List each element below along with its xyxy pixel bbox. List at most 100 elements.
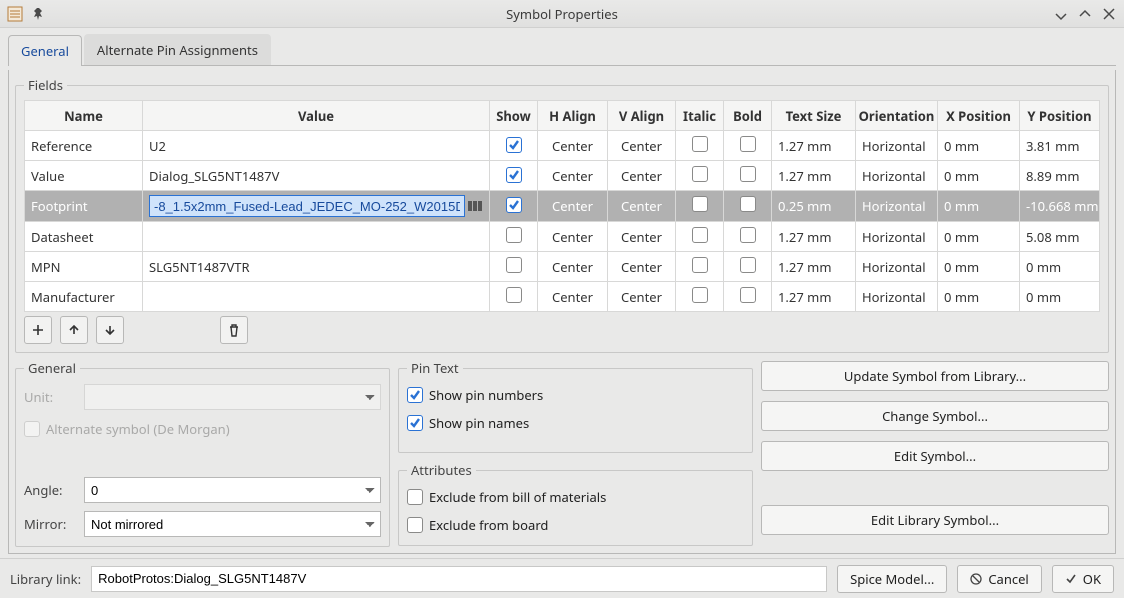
checkbox[interactable] (506, 167, 522, 183)
exclude-bom-row[interactable]: Exclude from bill of materials (407, 485, 744, 509)
cell-italic[interactable] (676, 252, 724, 282)
checkbox[interactable] (692, 287, 708, 303)
close-button[interactable] (1100, 5, 1118, 23)
cell-bold[interactable] (724, 191, 772, 222)
cell-halign[interactable]: Center (538, 252, 608, 282)
checkbox[interactable] (740, 287, 756, 303)
edit-symbol-button[interactable]: Edit Symbol... (761, 441, 1109, 471)
col-halign[interactable]: H Align (538, 101, 608, 131)
minimize-button[interactable] (1052, 5, 1070, 23)
mirror-combo[interactable]: Not mirrored (84, 511, 381, 537)
value-input[interactable] (149, 195, 465, 217)
cell-name[interactable]: Manufacturer (25, 282, 143, 312)
cell-halign[interactable]: Center (538, 222, 608, 252)
table-row[interactable]: ReferenceU2CenterCenter1.27 mmHorizontal… (25, 131, 1100, 161)
checkbox[interactable] (692, 136, 708, 152)
cell-y[interactable]: 3.81 mm (1020, 131, 1100, 161)
cell-valign[interactable]: Center (608, 131, 676, 161)
cell-name[interactable]: Value (25, 161, 143, 191)
cell-show[interactable] (490, 131, 538, 161)
col-italic[interactable]: Italic (676, 101, 724, 131)
cell-textsize[interactable]: 1.27 mm (772, 282, 856, 312)
cell-bold[interactable] (724, 252, 772, 282)
cell-y[interactable]: 8.89 mm (1020, 161, 1100, 191)
checkbox[interactable] (506, 257, 522, 273)
maximize-button[interactable] (1076, 5, 1094, 23)
checkbox[interactable] (740, 136, 756, 152)
checkbox[interactable] (692, 257, 708, 273)
cell-y[interactable]: 0 mm (1020, 282, 1100, 312)
cell-textsize[interactable]: 1.27 mm (772, 222, 856, 252)
cell-bold[interactable] (724, 131, 772, 161)
cell-show[interactable] (490, 222, 538, 252)
cell-halign[interactable]: Center (538, 161, 608, 191)
cancel-button[interactable]: Cancel (957, 565, 1041, 593)
cell-value[interactable]: Dialog_SLG5NT1487V (143, 161, 490, 191)
cell-italic[interactable] (676, 282, 724, 312)
cell-textsize[interactable]: 1.27 mm (772, 252, 856, 282)
cell-halign[interactable]: Center (538, 191, 608, 222)
col-y[interactable]: Y Position (1020, 101, 1100, 131)
add-row-button[interactable] (24, 316, 52, 344)
checkbox[interactable] (506, 287, 522, 303)
cell-y[interactable]: -10.668 mm (1020, 191, 1100, 222)
cell-valign[interactable]: Center (608, 252, 676, 282)
checkbox[interactable] (740, 196, 756, 212)
value-editor[interactable] (149, 195, 483, 217)
checkbox[interactable] (506, 227, 522, 243)
cell-textsize[interactable]: 1.27 mm (772, 131, 856, 161)
cell-x[interactable]: 0 mm (938, 191, 1020, 222)
cell-orient[interactable]: Horizontal (856, 161, 938, 191)
cell-bold[interactable] (724, 161, 772, 191)
tab-alternate-pin[interactable]: Alternate Pin Assignments (84, 34, 271, 65)
table-row[interactable]: MPNSLG5NT1487VTRCenterCenter1.27 mmHoriz… (25, 252, 1100, 282)
ok-button[interactable]: OK (1052, 565, 1114, 593)
fields-table[interactable]: Name Value Show H Align V Align Italic B… (24, 100, 1100, 312)
pin-icon[interactable] (30, 5, 48, 23)
cell-show[interactable] (490, 191, 538, 222)
cell-valign[interactable]: Center (608, 191, 676, 222)
angle-combo[interactable]: 0 (84, 477, 381, 503)
checkbox[interactable] (740, 257, 756, 273)
checkbox[interactable] (740, 166, 756, 182)
cell-halign[interactable]: Center (538, 282, 608, 312)
cell-orient[interactable]: Horizontal (856, 252, 938, 282)
show-pin-names-row[interactable]: Show pin names (407, 411, 744, 435)
cell-valign[interactable]: Center (608, 282, 676, 312)
change-symbol-button[interactable]: Change Symbol... (761, 401, 1109, 431)
table-row[interactable]: FootprintCenterCenter0.25 mmHorizontal0 … (25, 191, 1100, 222)
cell-italic[interactable] (676, 222, 724, 252)
cell-value[interactable] (143, 282, 490, 312)
cell-x[interactable]: 0 mm (938, 131, 1020, 161)
cell-show[interactable] (490, 252, 538, 282)
cell-name[interactable]: MPN (25, 252, 143, 282)
cell-orient[interactable]: Horizontal (856, 222, 938, 252)
col-orient[interactable]: Orientation (856, 101, 938, 131)
checkbox[interactable] (692, 196, 708, 212)
library-browser-icon[interactable] (467, 198, 483, 214)
cell-name[interactable]: Footprint (25, 191, 143, 222)
cell-textsize[interactable]: 1.27 mm (772, 161, 856, 191)
exclude-board-row[interactable]: Exclude from board (407, 513, 744, 537)
cell-name[interactable]: Reference (25, 131, 143, 161)
move-up-button[interactable] (60, 316, 88, 344)
col-show[interactable]: Show (490, 101, 538, 131)
spice-model-button[interactable]: Spice Model... (837, 565, 947, 593)
cell-show[interactable] (490, 161, 538, 191)
cell-y[interactable]: 0 mm (1020, 252, 1100, 282)
show-pin-numbers-row[interactable]: Show pin numbers (407, 383, 744, 407)
library-link-input[interactable] (91, 566, 827, 592)
cell-orient[interactable]: Horizontal (856, 131, 938, 161)
table-row[interactable]: DatasheetCenterCenter1.27 mmHorizontal0 … (25, 222, 1100, 252)
checkbox[interactable] (506, 197, 522, 213)
update-symbol-button[interactable]: Update Symbol from Library... (761, 361, 1109, 391)
table-row[interactable]: ValueDialog_SLG5NT1487VCenterCenter1.27 … (25, 161, 1100, 191)
col-textsize[interactable]: Text Size (772, 101, 856, 131)
cell-halign[interactable]: Center (538, 131, 608, 161)
table-row[interactable]: ManufacturerCenterCenter1.27 mmHorizonta… (25, 282, 1100, 312)
edit-library-symbol-button[interactable]: Edit Library Symbol... (761, 505, 1109, 535)
cell-italic[interactable] (676, 161, 724, 191)
cell-x[interactable]: 0 mm (938, 282, 1020, 312)
delete-row-button[interactable] (220, 316, 248, 344)
col-valign[interactable]: V Align (608, 101, 676, 131)
